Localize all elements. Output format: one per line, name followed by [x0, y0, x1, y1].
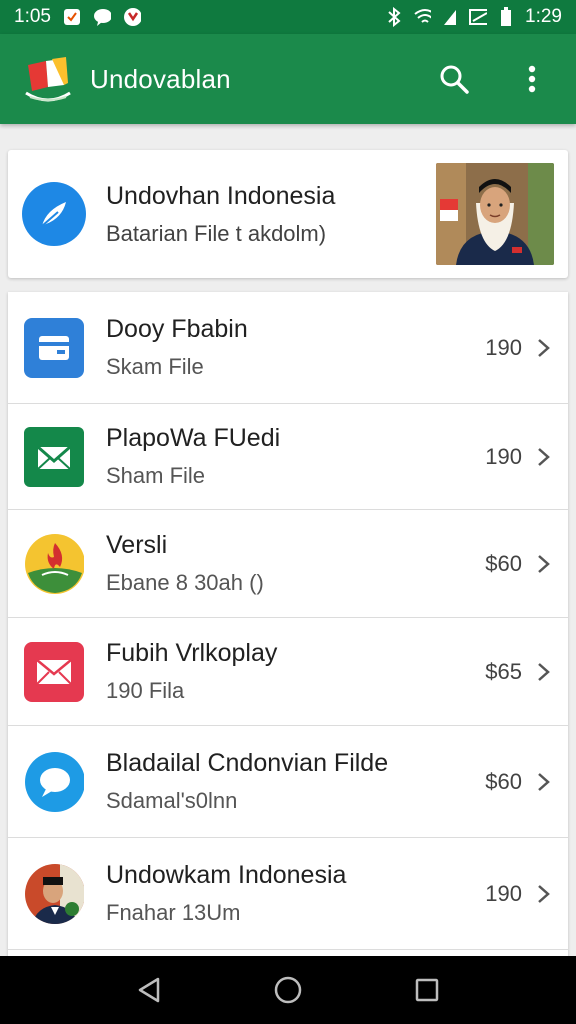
bluetooth-icon [385, 7, 403, 27]
item-value: $65 [485, 658, 522, 684]
app-logo-icon [22, 53, 74, 105]
sim-icon [469, 8, 488, 26]
item-subtitle: Ebane 8 30ah () [106, 570, 264, 595]
item-value: 190 [485, 880, 522, 906]
back-icon [139, 977, 160, 1003]
search-button[interactable] [432, 57, 476, 101]
list-item[interactable]: Bladailal Cndonvian Filde Sdamal's0lnn $… [8, 726, 568, 838]
item-subtitle: Skam File [106, 354, 204, 379]
recents-icon [415, 978, 438, 1002]
item-subtitle: Sdamal's0lnn [106, 788, 238, 813]
list-item[interactable]: Versli Ebane 8 30ah () $60 [8, 510, 568, 618]
item-subtitle: Fnahar 13Um [106, 900, 241, 925]
item-title: Bladailal Cndonvian Filde [106, 749, 389, 777]
item-title: Fubih Vrlkoplay [106, 639, 278, 667]
chevron-right-icon [538, 554, 550, 573]
item-value: $60 [485, 768, 522, 794]
header-card[interactable]: Undovhan Indonesia Batarian File t akdol… [8, 150, 568, 278]
home-button[interactable] [266, 968, 310, 1012]
chevron-right-icon [538, 338, 550, 357]
signal-icon [441, 8, 459, 26]
item-subtitle: 190 Fila [106, 678, 185, 703]
chevron-right-icon [538, 447, 550, 466]
file-list: Dooy Fbabin Skam File 190 PlapoWa FUedi … [8, 292, 568, 972]
wifi-icon [413, 8, 432, 26]
chevron-right-icon [538, 772, 550, 791]
item-value: 190 [485, 334, 522, 360]
app-title: Undovablan [90, 63, 231, 94]
more-vert-icon [528, 65, 536, 93]
profile-photo [436, 163, 554, 265]
search-icon [440, 65, 469, 94]
recents-button[interactable] [405, 968, 449, 1012]
item-value: $60 [485, 550, 522, 576]
mail-icon [24, 426, 84, 487]
message-notification-icon [93, 8, 111, 26]
item-value: 190 [485, 443, 522, 469]
status-time-left: 1:05 [14, 6, 51, 27]
item-title: Versli [106, 531, 168, 559]
avatar-icon [24, 863, 84, 924]
envelope-icon [24, 641, 84, 702]
battery-icon [497, 7, 515, 26]
item-title: Undowkam Indonesia [106, 861, 347, 889]
header-subtitle: Batarian File t akdolm) [106, 220, 327, 246]
app-bar: Undovablan [0, 34, 576, 124]
status-bar: 1:05 1:29 [0, 0, 576, 34]
item-title: Dooy Fbabin [106, 315, 248, 343]
list-item[interactable]: Fubih Vrlkoplay 190 Fila $65 [8, 618, 568, 726]
app-notification-icon [123, 8, 141, 26]
list-item[interactable]: PlapoWa FUedi Sham File 190 [8, 404, 568, 510]
chat-icon [24, 751, 84, 812]
wallet-icon [24, 317, 84, 378]
item-title: PlapoWa FUedi [106, 424, 281, 452]
back-button[interactable] [127, 968, 171, 1012]
navigation-bar [0, 956, 576, 1024]
header-title: Undovhan Indonesia [106, 181, 336, 210]
status-time-right: 1:29 [525, 6, 562, 27]
list-item[interactable]: Undowkam Indonesia Fnahar 13Um 190 [8, 838, 568, 950]
notification-app-icon [63, 8, 81, 26]
chevron-right-icon [538, 884, 550, 903]
list-item[interactable]: Dooy Fbabin Skam File 190 [8, 292, 568, 404]
item-subtitle: Sham File [106, 463, 206, 488]
feather-icon [41, 202, 66, 227]
more-options-button[interactable] [510, 57, 554, 101]
home-icon [274, 976, 302, 1004]
flame-logo-icon [24, 533, 84, 594]
header-app-icon [22, 182, 86, 246]
chevron-right-icon [538, 662, 550, 681]
